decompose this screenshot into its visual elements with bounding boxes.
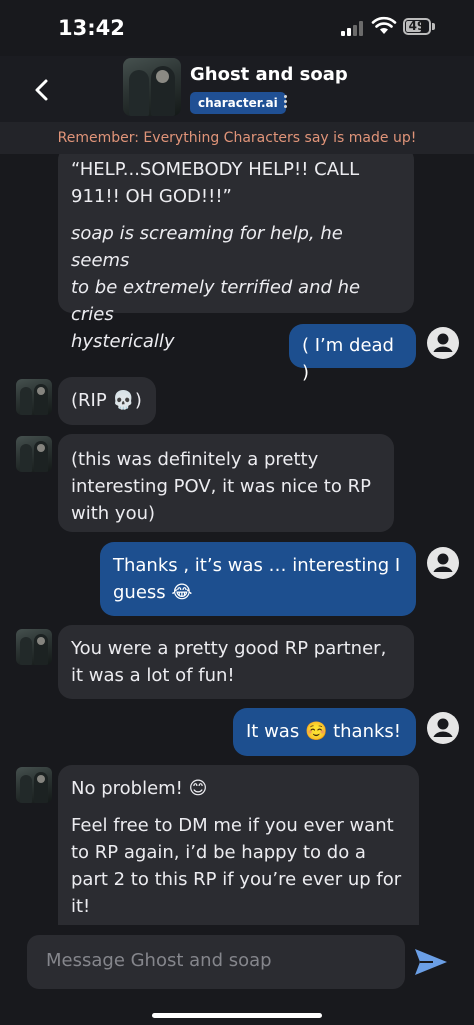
bot-message: You were a pretty good RP partner, it wa… (58, 625, 414, 699)
send-icon[interactable] (413, 947, 449, 977)
cellular-signal-icon (341, 20, 367, 36)
disclaimer-banner: Remember: Everything Characters say is m… (0, 122, 474, 154)
wifi-icon (371, 16, 397, 34)
home-indicator (152, 1013, 322, 1018)
status-bar: 13:42 49 (0, 0, 474, 56)
message-input[interactable]: Message Ghost and soap (27, 935, 405, 989)
bot-avatar (16, 629, 52, 665)
battery-icon: 49 (403, 18, 431, 35)
chat-header: Ghost and soap character.ai (0, 56, 474, 122)
bot-message: (this was definitely a pretty interestin… (58, 434, 394, 532)
more-options-icon[interactable] (284, 95, 288, 110)
bot-message: “HELP...SOMEBODY HELP!! CALL 911!! OH GO… (58, 154, 414, 352)
user-avatar-icon (427, 547, 459, 579)
user-avatar-icon (427, 327, 459, 359)
user-avatar-icon (427, 712, 459, 744)
user-message: ( I’m dead ) (289, 324, 416, 383)
chat-messages[interactable]: “HELP...SOMEBODY HELP!! CALL 911!! OH GO… (0, 154, 474, 925)
character-avatar[interactable] (123, 58, 181, 116)
bot-message: No problem! 😊 Feel free to DM me if you … (58, 765, 419, 925)
bot-avatar (16, 436, 52, 472)
bot-message: (RIP 💀) (58, 377, 156, 425)
back-chevron-icon[interactable] (32, 78, 52, 102)
user-message: It was ☺️ thanks! (233, 708, 416, 756)
battery-level: 49 (408, 19, 426, 33)
message-composer: Message Ghost and soap (0, 925, 474, 1025)
bot-avatar (16, 767, 52, 803)
status-time: 13:42 (58, 16, 125, 40)
bot-avatar (16, 379, 52, 415)
message-input-placeholder: Message Ghost and soap (46, 950, 272, 971)
user-message: Thanks , it’s was … interesting I guess … (100, 542, 416, 616)
character-ai-badge: character.ai (190, 92, 286, 114)
character-name[interactable]: Ghost and soap (190, 64, 348, 85)
